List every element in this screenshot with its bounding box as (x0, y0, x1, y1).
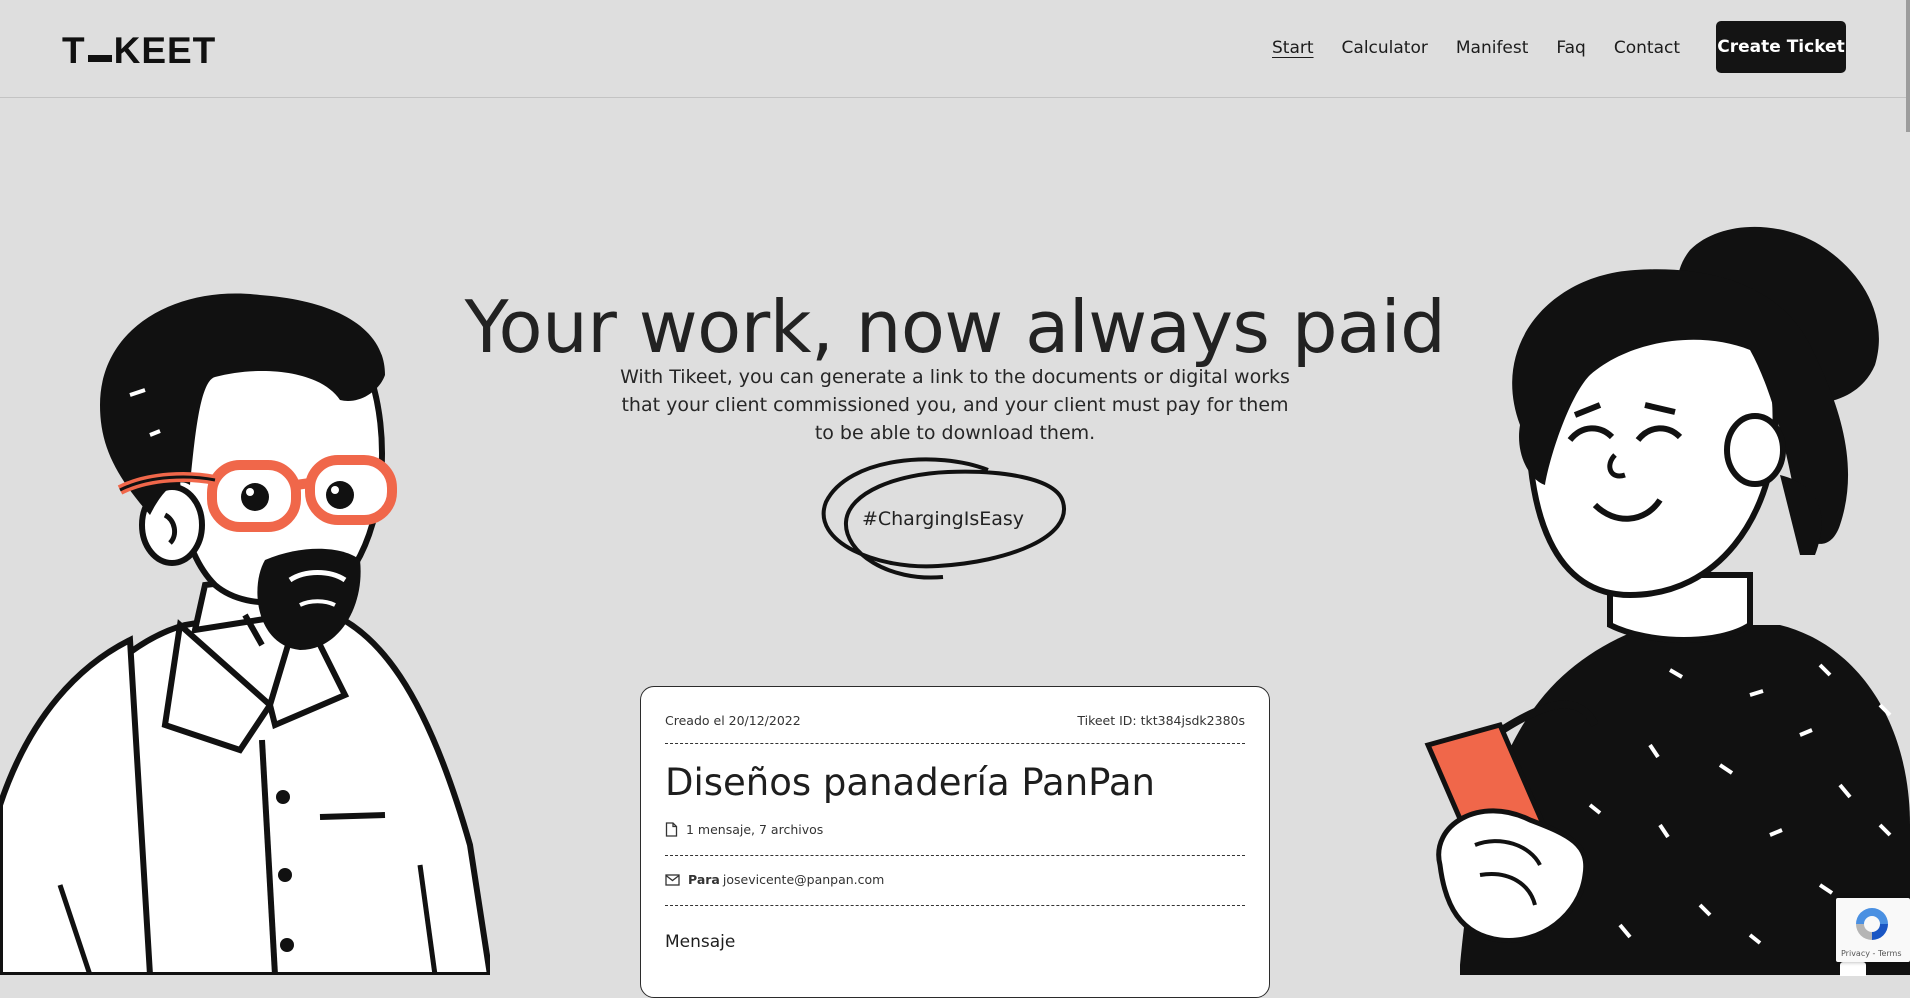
chat-widget-tab[interactable] (1840, 962, 1866, 976)
envelope-icon (665, 873, 680, 886)
recaptcha-icon (1856, 908, 1888, 940)
nav-manifest[interactable]: Manifest (1456, 38, 1529, 58)
hashtag-text: #ChargingIsEasy (861, 508, 1025, 530)
logo-word: KEET (113, 30, 217, 71)
ticket-message-heading: Mensaje (665, 932, 736, 952)
ticket-preview-card: Creado el 20/12/2022 Tikeet ID: tkt384js… (640, 686, 1270, 998)
ticket-id: Tikeet ID: tkt384jsdk2380s (1077, 713, 1245, 728)
ticket-title: Diseños panadería PanPan (665, 761, 1155, 804)
recipient-email: josevicente@panpan.com (722, 872, 885, 887)
logo-bar (87, 55, 112, 62)
document-icon (665, 822, 678, 837)
logo-letter: T (62, 30, 86, 71)
nav-start[interactable]: Start (1272, 38, 1314, 58)
hero-title: Your work, now always paid (464, 285, 1446, 370)
man-illustration (0, 293, 490, 975)
dashed-divider (665, 905, 1245, 906)
recaptcha-badge[interactable]: Privacy - Terms (1836, 898, 1910, 962)
page-scrollbar[interactable] (1906, 0, 1910, 132)
hero-subtitle: With Tikeet, you can generate a link to … (620, 366, 1290, 444)
dashed-divider (665, 855, 1245, 856)
recipient-label: Para (688, 872, 720, 887)
ticket-recipient: Para josevicente@panpan.com (665, 872, 884, 887)
dashed-divider (665, 743, 1245, 744)
nav-calculator[interactable]: Calculator (1342, 38, 1428, 58)
nav-faq[interactable]: Faq (1556, 38, 1585, 58)
recaptcha-privacy-terms[interactable]: Privacy - Terms (1841, 949, 1902, 958)
main-nav: Start Calculator Manifest Faq Contact (1272, 38, 1680, 58)
ticket-files-summary: 1 mensaje, 7 archivos (665, 822, 823, 837)
tikeet-logo[interactable]: T KEET (62, 30, 216, 72)
nav-contact[interactable]: Contact (1614, 38, 1680, 58)
hashtag-badge: #ChargingIsEasy (818, 452, 1068, 586)
create-ticket-button[interactable]: Create Ticket (1716, 21, 1846, 73)
site-header: T KEET Start Calculator Manifest Faq Cont… (0, 0, 1910, 98)
files-summary-text: 1 mensaje, 7 archivos (686, 822, 824, 837)
